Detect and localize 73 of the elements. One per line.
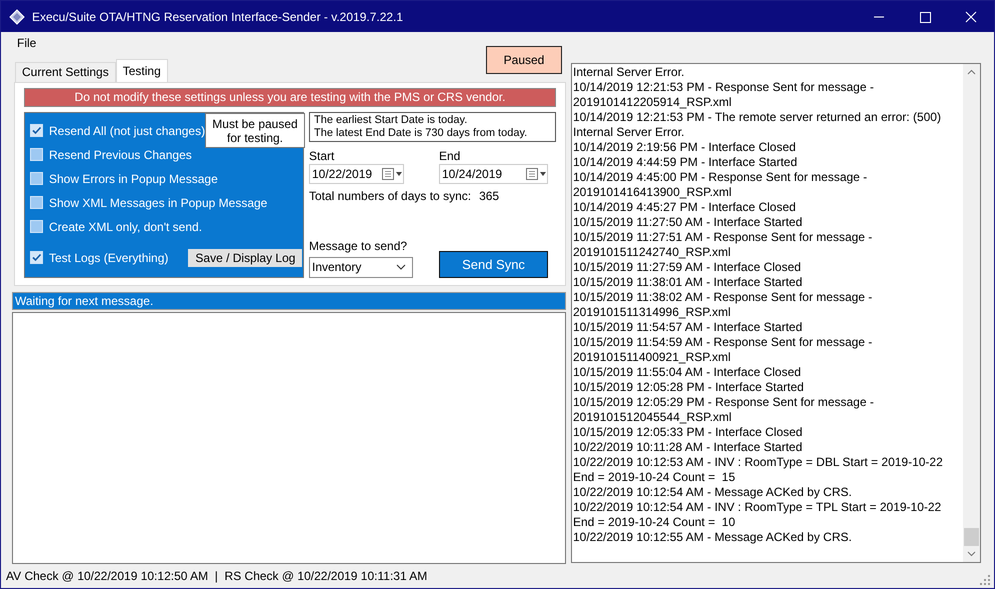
log-line: 2019101511400921_RSP.xml: [573, 350, 732, 365]
log-line: 10/15/2019 12:05:28 PM - Interface Started: [573, 380, 805, 395]
resize-grip-icon[interactable]: [980, 575, 990, 585]
save-log-button[interactable]: Save / Display Log: [188, 248, 302, 267]
total-label: Total numbers of days to sync:: [309, 188, 472, 203]
log-line: 10/14/2019 12:21:53 PM - The remote server returned an error: (500): [573, 110, 942, 125]
option-label: Test Logs (Everything): [49, 250, 168, 265]
window-title: Execu/Suite OTA/HTNG Reservation Interface-Sender - v.2019.7.22.1: [32, 10, 404, 24]
log-line: 10/22/2019 10:12:54 AM - INV : RoomType = TPL Start = 2019-10-22: [573, 500, 942, 515]
scrollbar-drawing[interactable]: [963, 64, 980, 562]
tab[interactable]: Current Settings: [15, 62, 116, 82]
log-line: 10/15/2019 12:05:33 PM - Interface Closed: [573, 425, 804, 440]
calendar-icon: [525, 166, 547, 181]
log-line: 10/22/2019 10:12:53 AM - INV : RoomType = DBL Start = 2019-10-22: [573, 455, 944, 470]
checkbox[interactable]: [30, 251, 43, 264]
log-line: 2019101511314996_RSP.xml: [573, 305, 732, 320]
tab[interactable]: Testing: [116, 58, 168, 82]
date-picker[interactable]: 10/24/2019: [439, 164, 548, 184]
log-line: 10/15/2019 11:38:01 AM - Interface Started: [573, 275, 804, 290]
log-line: End = 2019-10-24 Count = 15: [573, 470, 736, 485]
date-picker[interactable]: 10/22/2019: [309, 164, 404, 184]
log-line: 10/22/2019 10:12:55 AM - Message ACKed by CRS.: [573, 530, 853, 545]
option-label: Create XML only, don't send.: [49, 220, 202, 234]
note-label: Must be paused for testing.: [205, 112, 305, 148]
info-text: The latest End Date is 730 days from today.: [314, 126, 528, 140]
log-line: 10/15/2019 11:27:59 AM - Interface Closed: [573, 260, 802, 275]
date-label: Start: [309, 148, 336, 164]
log-line: Internal Server Error.: [573, 65, 686, 80]
calendar-icon: [381, 166, 403, 181]
log-line: 10/15/2019 11:54:57 AM - Interface Started: [573, 320, 804, 335]
log-line: 10/15/2019 11:55:04 AM - Interface Closed: [573, 365, 802, 380]
log-line: 10/15/2019 11:27:50 AM - Interface Started: [573, 215, 804, 230]
message-dropdown[interactable]: Inventory: [309, 256, 413, 278]
option-label: Resend Previous Changes: [49, 148, 192, 162]
log-line: 10/14/2019 4:45:00 PM - Response Sent for message -: [573, 170, 868, 185]
log-line: 10/15/2019 11:27:51 AM - Response Sent for message -: [573, 230, 874, 245]
log-line: 10/22/2019 10:12:54 AM - Message ACKed by CRS.: [573, 485, 853, 500]
app-icon: [9, 8, 25, 24]
option-label: Resend All (not just changes): [49, 124, 206, 138]
log-line: Internal Server Error.: [573, 125, 686, 140]
checkbox[interactable]: [30, 148, 43, 162]
log-line: 2019101416413900_RSP.xml: [573, 185, 733, 200]
checkbox[interactable]: [30, 220, 43, 234]
status-message: Waiting for next message.: [12, 292, 566, 310]
warning-banner: Do not modify these settings unless you are testing with the PMS or CRS vendor.: [24, 88, 556, 107]
log-line: 10/14/2019 2:19:56 PM - Interface Closed: [573, 140, 797, 155]
chevron-down-icon: [396, 264, 406, 270]
message-label: Message to send?: [309, 238, 408, 254]
option-label: Show XML Messages in Popup Message: [49, 196, 268, 210]
date-label: End: [439, 148, 462, 164]
log-line: 10/14/2019 4:45:27 PM - Interface Closed: [573, 200, 797, 215]
paused-button[interactable]: Paused: [486, 46, 562, 74]
menu-item[interactable]: File: [11, 36, 42, 50]
checkbox[interactable]: [30, 124, 43, 138]
send-sync-button[interactable]: Send Sync: [439, 250, 548, 278]
check-icon: [31, 125, 42, 136]
log-line: End = 2019-10-24 Count = 10: [573, 515, 736, 530]
log-line: 10/15/2019 11:54:59 AM - Response Sent for message -: [573, 335, 874, 350]
log-line: 10/14/2019 4:44:59 PM - Interface Started: [573, 155, 798, 170]
checkbox[interactable]: [30, 172, 43, 186]
log-line: 2019101512045544_RSP.xml: [573, 410, 733, 425]
info-text: The earliest Start Date is today.: [314, 114, 468, 127]
log-line: 10/15/2019 12:05:29 PM - Response Sent for message -: [573, 395, 875, 410]
option-label: Show Errors in Popup Message: [49, 172, 218, 186]
total-value: 365: [479, 188, 500, 203]
check-icon: [31, 252, 42, 264]
log-line: 2019101412205914_RSP.xml: [573, 95, 733, 110]
log-line: 10/14/2019 12:21:53 PM - Response Sent for message -: [573, 80, 875, 95]
status-text: AV Check @ 10/22/2019 10:12:50 AM | RS Check @ 10/22/2019 10:11:31 AM: [6, 569, 428, 583]
checkbox[interactable]: [30, 196, 43, 210]
log-line: 10/22/2019 10:11:28 AM - Interface Started: [573, 440, 804, 455]
log-line: 2019101511242740_RSP.xml: [573, 245, 732, 260]
log-line: 10/15/2019 11:38:02 AM - Response Sent for message -: [573, 290, 874, 305]
